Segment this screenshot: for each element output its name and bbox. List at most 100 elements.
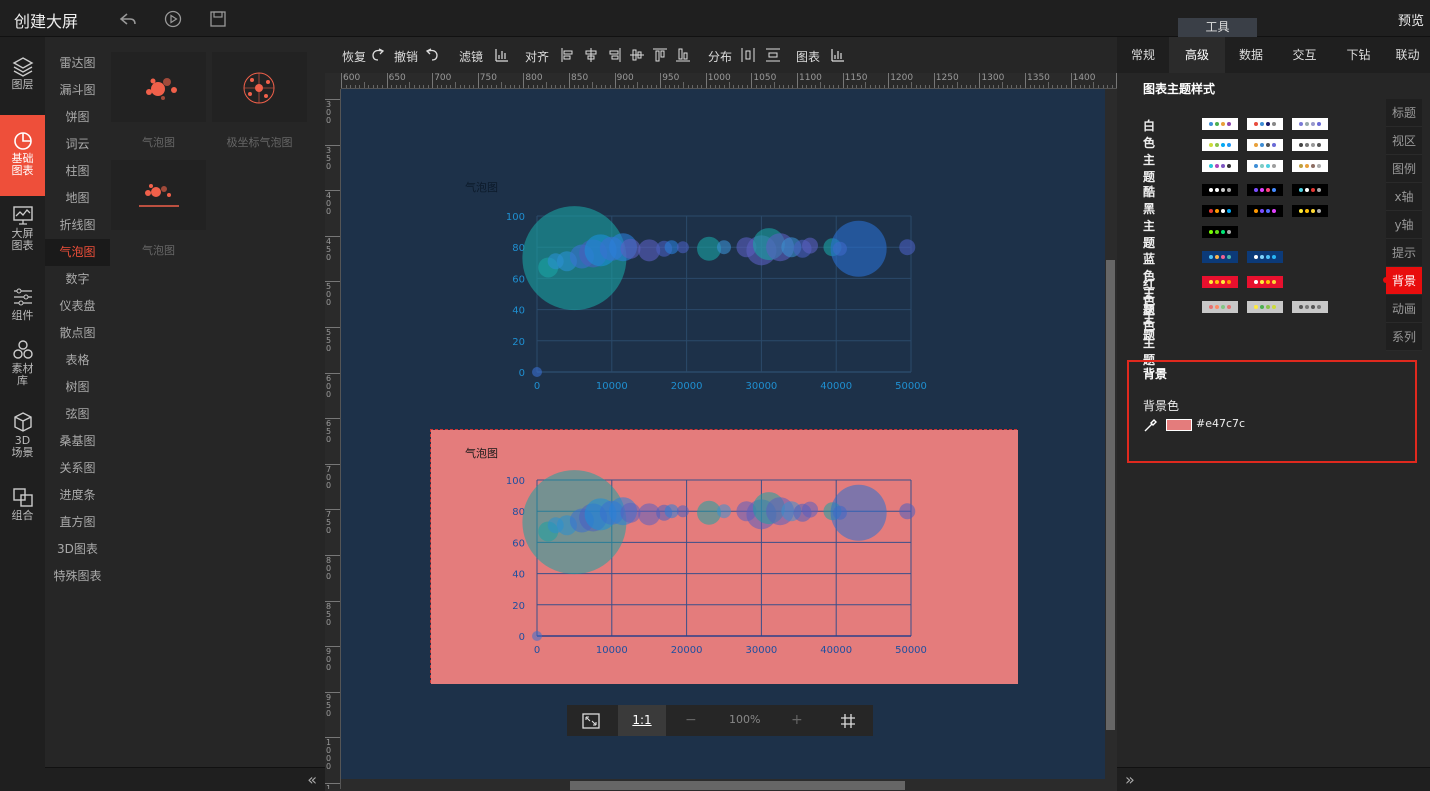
nav-item-6[interactable]: 组合 — [0, 482, 45, 540]
theme-swatch[interactable] — [1247, 118, 1283, 130]
bubble-point[interactable] — [830, 484, 887, 541]
bubble-point[interactable] — [664, 240, 679, 255]
align-bottom-icon[interactable] — [675, 47, 691, 63]
tab-1[interactable]: 高级 — [1169, 37, 1225, 73]
category-item[interactable]: 地图 — [45, 185, 110, 212]
theme-swatch[interactable] — [1292, 118, 1328, 130]
bubble-point[interactable] — [717, 240, 731, 255]
theme-swatch[interactable] — [1202, 160, 1238, 172]
theme-swatch[interactable] — [1202, 139, 1238, 151]
horizontal-scroll-thumb[interactable] — [570, 781, 905, 790]
side-tab-8[interactable]: 系列 — [1386, 323, 1422, 351]
tab-2[interactable]: 数据 — [1225, 37, 1277, 73]
bubble-chart-widget-2[interactable]: 气泡图0204060801000 10000 20000 30000 40000 5000… — [431, 430, 1018, 684]
selected-widget-frame[interactable]: 气泡图 0 20 40 60 80 100 0 10000 20000 30000 40000 5000… — [430, 429, 1018, 684]
align-right-icon[interactable] — [606, 47, 622, 63]
side-tab-0[interactable]: 标题 — [1386, 99, 1422, 127]
theme-swatch[interactable] — [1247, 184, 1283, 196]
category-item[interactable]: 漏斗图 — [45, 77, 110, 104]
side-tab-3[interactable]: x轴 — [1386, 183, 1422, 211]
zoom-out-button[interactable]: − — [685, 712, 697, 728]
theme-swatch[interactable] — [1247, 205, 1283, 217]
bubble-point[interactable] — [899, 239, 916, 256]
save-icon[interactable] — [208, 9, 228, 29]
theme-swatch[interactable] — [1202, 301, 1238, 313]
theme-swatch[interactable] — [1202, 251, 1238, 263]
bubble-chart-widget-1[interactable]: 气泡图0204060801000 10000 20000 30000 40000 5000… — [461, 174, 1061, 394]
bubble-point[interactable] — [899, 503, 916, 520]
preview-button[interactable]: 预览 — [1398, 10, 1424, 29]
nav-item-2[interactable]: 大屏图表 — [0, 200, 45, 258]
bubble-point[interactable] — [676, 505, 689, 518]
bubble-point[interactable] — [664, 504, 679, 519]
undo-label[interactable]: 撤销 — [394, 48, 418, 65]
bubble-chart-thumb[interactable] — [111, 52, 206, 122]
chart-label[interactable]: 图表 — [796, 48, 820, 65]
category-item[interactable]: 仪表盘 — [45, 293, 110, 320]
category-item[interactable]: 雷达图 — [45, 50, 110, 77]
align-center-h-icon[interactable] — [583, 47, 599, 63]
bubble-point[interactable] — [717, 504, 731, 519]
category-item[interactable]: 数字 — [45, 266, 110, 293]
side-tab-5[interactable]: 提示 — [1386, 239, 1422, 267]
category-item[interactable]: 饼图 — [45, 104, 110, 131]
category-item[interactable]: 树图 — [45, 374, 110, 401]
theme-swatch[interactable] — [1202, 276, 1238, 288]
theme-swatch[interactable] — [1247, 251, 1283, 263]
undo-icon[interactable] — [424, 47, 440, 63]
theme-swatch[interactable] — [1247, 276, 1283, 288]
zoom-in-button[interactable]: + — [791, 712, 803, 728]
bubble-point[interactable] — [532, 367, 542, 377]
tab-5[interactable]: 联动 — [1385, 37, 1430, 73]
background-color-value[interactable]: #e47c7c — [1196, 417, 1245, 430]
fit-screen-icon[interactable] — [582, 713, 600, 729]
side-tab-1[interactable]: 视区 — [1386, 127, 1422, 155]
side-tab-7[interactable]: 动画 — [1386, 295, 1422, 323]
category-item[interactable]: 弦图 — [45, 401, 110, 428]
category-item[interactable]: 特殊图表 — [45, 563, 110, 590]
canvas-stage[interactable]: 气泡图 0 20 40 60 80 100 0 10000 20000 30000 40000 5000… — [341, 89, 1105, 779]
collapse-left-icon[interactable]: « — [307, 770, 317, 789]
category-item[interactable]: 气泡图 — [45, 239, 110, 266]
align-label[interactable]: 对齐 — [525, 48, 549, 65]
background-color-swatch[interactable] — [1166, 419, 1192, 431]
category-item[interactable]: 桑基图 — [45, 428, 110, 455]
category-item[interactable]: 散点图 — [45, 320, 110, 347]
polar-bubble-chart-thumb[interactable] — [212, 52, 307, 122]
redo-label[interactable]: 恢复 — [342, 48, 366, 65]
theme-swatch[interactable] — [1292, 160, 1328, 172]
category-item[interactable]: 直方图 — [45, 509, 110, 536]
side-tab-4[interactable]: y轴 — [1386, 211, 1422, 239]
theme-swatch[interactable] — [1247, 301, 1283, 313]
bubble-point[interactable] — [802, 237, 819, 254]
nav-item-4[interactable]: 素材库 — [0, 335, 45, 393]
actual-size-button[interactable]: 1:1 — [618, 705, 666, 736]
tools-tab[interactable]: 工具 — [1178, 18, 1257, 37]
bubble-chart-thumb-2[interactable] — [111, 160, 206, 230]
nav-item-5[interactable]: 3D场景 — [0, 407, 45, 465]
bubble-point[interactable] — [620, 502, 641, 523]
grid-icon[interactable] — [840, 713, 856, 729]
side-tab-2[interactable]: 图例 — [1386, 155, 1422, 183]
bubble-point[interactable] — [830, 220, 887, 277]
bubble-point[interactable] — [676, 241, 689, 254]
nav-item-3[interactable]: 组件 — [0, 282, 45, 340]
align-center-v-icon[interactable] — [629, 47, 645, 63]
theme-swatch[interactable] — [1247, 139, 1283, 151]
theme-swatch[interactable] — [1292, 139, 1328, 151]
nav-item-1[interactable]: 基础图表 — [0, 115, 45, 196]
distribute-h-icon[interactable] — [740, 47, 756, 63]
theme-swatch[interactable] — [1292, 205, 1328, 217]
category-item[interactable]: 词云 — [45, 131, 110, 158]
chart-icon[interactable] — [830, 47, 846, 63]
back-icon[interactable] — [118, 9, 138, 29]
collapse-right-icon[interactable]: » — [1125, 770, 1135, 789]
theme-swatch[interactable] — [1292, 184, 1328, 196]
category-item[interactable]: 关系图 — [45, 455, 110, 482]
category-item[interactable]: 柱图 — [45, 158, 110, 185]
theme-swatch[interactable] — [1202, 205, 1238, 217]
theme-swatch[interactable] — [1202, 184, 1238, 196]
play-icon[interactable] — [163, 9, 183, 29]
category-item[interactable]: 折线图 — [45, 212, 110, 239]
bubble-point[interactable] — [532, 631, 542, 641]
